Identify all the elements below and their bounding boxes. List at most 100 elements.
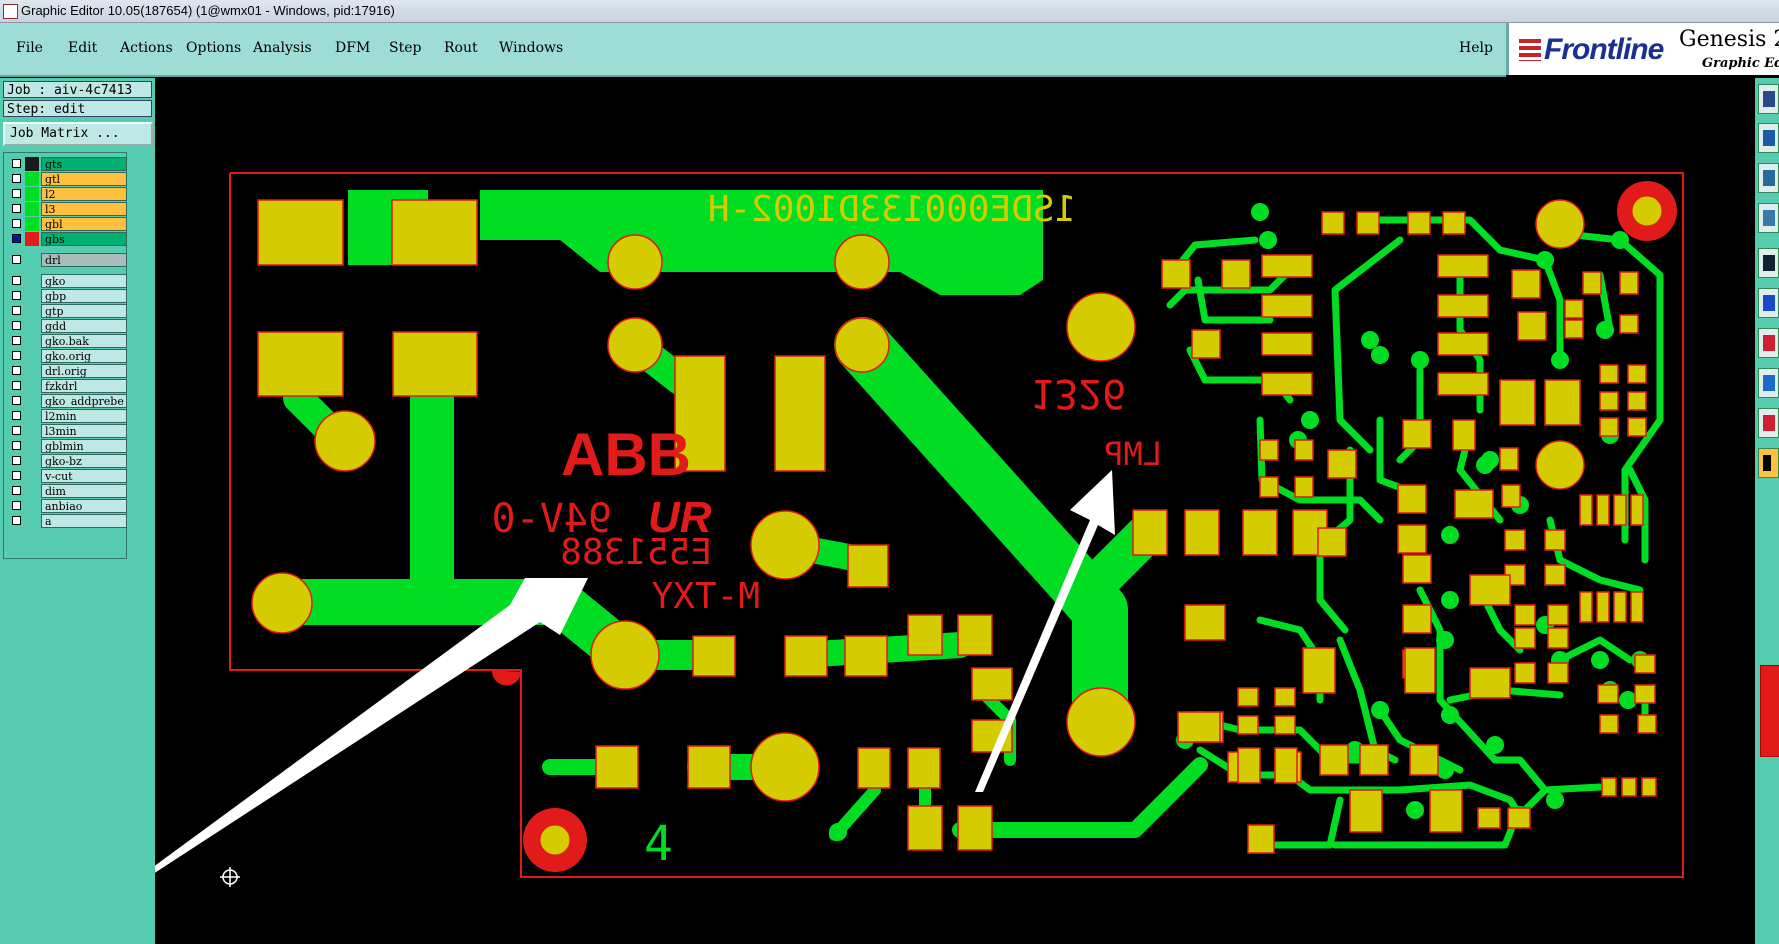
layer-checkbox[interactable] — [12, 426, 21, 435]
silk-4: 4 — [644, 816, 673, 872]
tool-button-1[interactable] — [1758, 84, 1779, 114]
layer-color-swatch — [25, 334, 39, 348]
layer-name: gbl — [41, 217, 127, 231]
layer-row[interactable]: l3 — [7, 202, 127, 216]
layer-row[interactable]: gtl — [7, 172, 127, 186]
layer-color-swatch — [25, 484, 39, 498]
layer-row[interactable]: gko.orig — [7, 349, 127, 363]
layer-checkbox[interactable] — [12, 234, 21, 243]
layer-row[interactable]: l2min — [7, 409, 127, 423]
tool-button-9[interactable] — [1758, 408, 1779, 438]
layer-row[interactable]: gts — [7, 157, 127, 171]
layer-checkbox[interactable] — [12, 456, 21, 465]
layer-checkbox[interactable] — [12, 276, 21, 285]
brand-area: Frontline Genesis 2000 Graphic Editor — [1506, 23, 1779, 75]
layer-name: gtp — [41, 304, 127, 318]
layer-checkbox[interactable] — [12, 255, 21, 264]
menu-options[interactable]: Options — [186, 40, 241, 56]
layer-checkbox[interactable] — [12, 396, 21, 405]
layer-row[interactable]: drl — [7, 253, 127, 267]
silk-part-number: 1SDE000133D1002-H — [708, 189, 1076, 230]
tool-button-6[interactable] — [1758, 288, 1779, 318]
layer-checkbox[interactable] — [12, 159, 21, 168]
layer-name: a — [41, 514, 127, 528]
layer-checkbox[interactable] — [12, 366, 21, 375]
layer-checkbox[interactable] — [12, 174, 21, 183]
menu-step[interactable]: Step — [389, 40, 421, 56]
layer-color-swatch — [25, 514, 39, 528]
layer-row[interactable]: a — [7, 514, 127, 528]
menu-bar: Help File Edit Actions Options Analysis DFM St… — [0, 23, 1506, 77]
menu-rout[interactable]: Rout — [444, 40, 478, 56]
layer-checkbox[interactable] — [12, 486, 21, 495]
tool-button-2[interactable] — [1758, 123, 1779, 153]
layer-color-swatch — [25, 454, 39, 468]
layer-name: l3min — [41, 424, 127, 438]
layer-checkbox[interactable] — [12, 219, 21, 228]
layer-row[interactable]: l2 — [7, 187, 127, 201]
layer-checkbox[interactable] — [12, 336, 21, 345]
layer-row[interactable]: v-cut — [7, 469, 127, 483]
tool-button-4[interactable] — [1758, 203, 1779, 233]
menu-help[interactable]: Help — [1459, 40, 1493, 56]
menu-file[interactable]: File — [16, 40, 43, 56]
arrow-pointer-icon[interactable] — [1758, 448, 1779, 478]
menu-windows[interactable]: Windows — [499, 40, 563, 56]
layer-checkbox[interactable] — [12, 351, 21, 360]
silk-1326: 1326 — [1030, 370, 1126, 416]
menu-actions[interactable]: Actions — [120, 40, 173, 56]
layer-checkbox[interactable] — [12, 516, 21, 525]
layer-color-swatch — [25, 409, 39, 423]
layer-checkbox[interactable] — [12, 204, 21, 213]
product-name: Genesis 2000 — [1679, 27, 1779, 52]
job-matrix-button[interactable]: Job Matrix ... — [3, 122, 153, 146]
layer-row[interactable]: gtp — [7, 304, 127, 318]
tool-button-5[interactable] — [1758, 248, 1779, 278]
layer-row[interactable]: gko — [7, 274, 127, 288]
layer-name: v-cut — [41, 469, 127, 483]
layer-checkbox[interactable] — [12, 381, 21, 390]
layer-name: gko.orig — [41, 349, 127, 363]
layer-row[interactable]: dim — [7, 484, 127, 498]
layer-checkbox[interactable] — [12, 291, 21, 300]
layer-color-swatch — [25, 394, 39, 408]
layer-row[interactable]: gko_addprebe — [7, 394, 127, 408]
layer-checkbox[interactable] — [12, 501, 21, 510]
layer-checkbox[interactable] — [12, 306, 21, 315]
tool-button-7[interactable] — [1758, 328, 1779, 358]
layer-name: gko-bz — [41, 454, 127, 468]
layer-row[interactable]: gbl — [7, 217, 127, 231]
layer-row[interactable]: gko.bak — [7, 334, 127, 348]
layer-row[interactable]: gblmin — [7, 439, 127, 453]
menu-analysis[interactable]: Analysis — [253, 40, 312, 56]
layer-row[interactable]: anbiao — [7, 499, 127, 513]
tool-button-8[interactable] — [1758, 368, 1779, 398]
tool-button-3[interactable] — [1758, 163, 1779, 193]
layer-name: gblmin — [41, 439, 127, 453]
layer-checkbox[interactable] — [12, 189, 21, 198]
layer-color-swatch — [25, 439, 39, 453]
silk-mtxy: M-TXY — [651, 576, 760, 617]
layer-row[interactable]: drl.orig — [7, 364, 127, 378]
layer-row[interactable]: gbp — [7, 289, 127, 303]
layer-checkbox[interactable] — [12, 321, 21, 330]
graphic-canvas[interactable]: 1SDE000133D1002-H ABB 94V-0 UR E551388 M… — [155, 78, 1755, 944]
layer-color-swatch — [25, 499, 39, 513]
layer-name: gko — [41, 274, 127, 288]
layer-checkbox[interactable] — [12, 441, 21, 450]
layer-checkbox[interactable] — [12, 471, 21, 480]
layer-name: dim — [41, 484, 127, 498]
silk-logo: ABB — [561, 421, 691, 488]
layer-row[interactable]: gbs — [7, 232, 127, 246]
layer-row[interactable]: l3min — [7, 424, 127, 438]
app-icon[interactable] — [3, 4, 18, 19]
layer-row[interactable]: fzkdrl — [7, 379, 127, 393]
layer-row[interactable]: gdd — [7, 319, 127, 333]
layer-color-swatch — [25, 232, 39, 246]
menu-edit[interactable]: Edit — [68, 40, 97, 56]
layer-row[interactable]: gko-bz — [7, 454, 127, 468]
layer-panel: Job : aiv-4c7413 Step: edit Job Matrix .… — [0, 78, 155, 944]
menu-dfm[interactable]: DFM — [335, 40, 370, 56]
layer-checkbox[interactable] — [12, 411, 21, 420]
product-subtitle: Graphic Editor — [1702, 56, 1779, 71]
